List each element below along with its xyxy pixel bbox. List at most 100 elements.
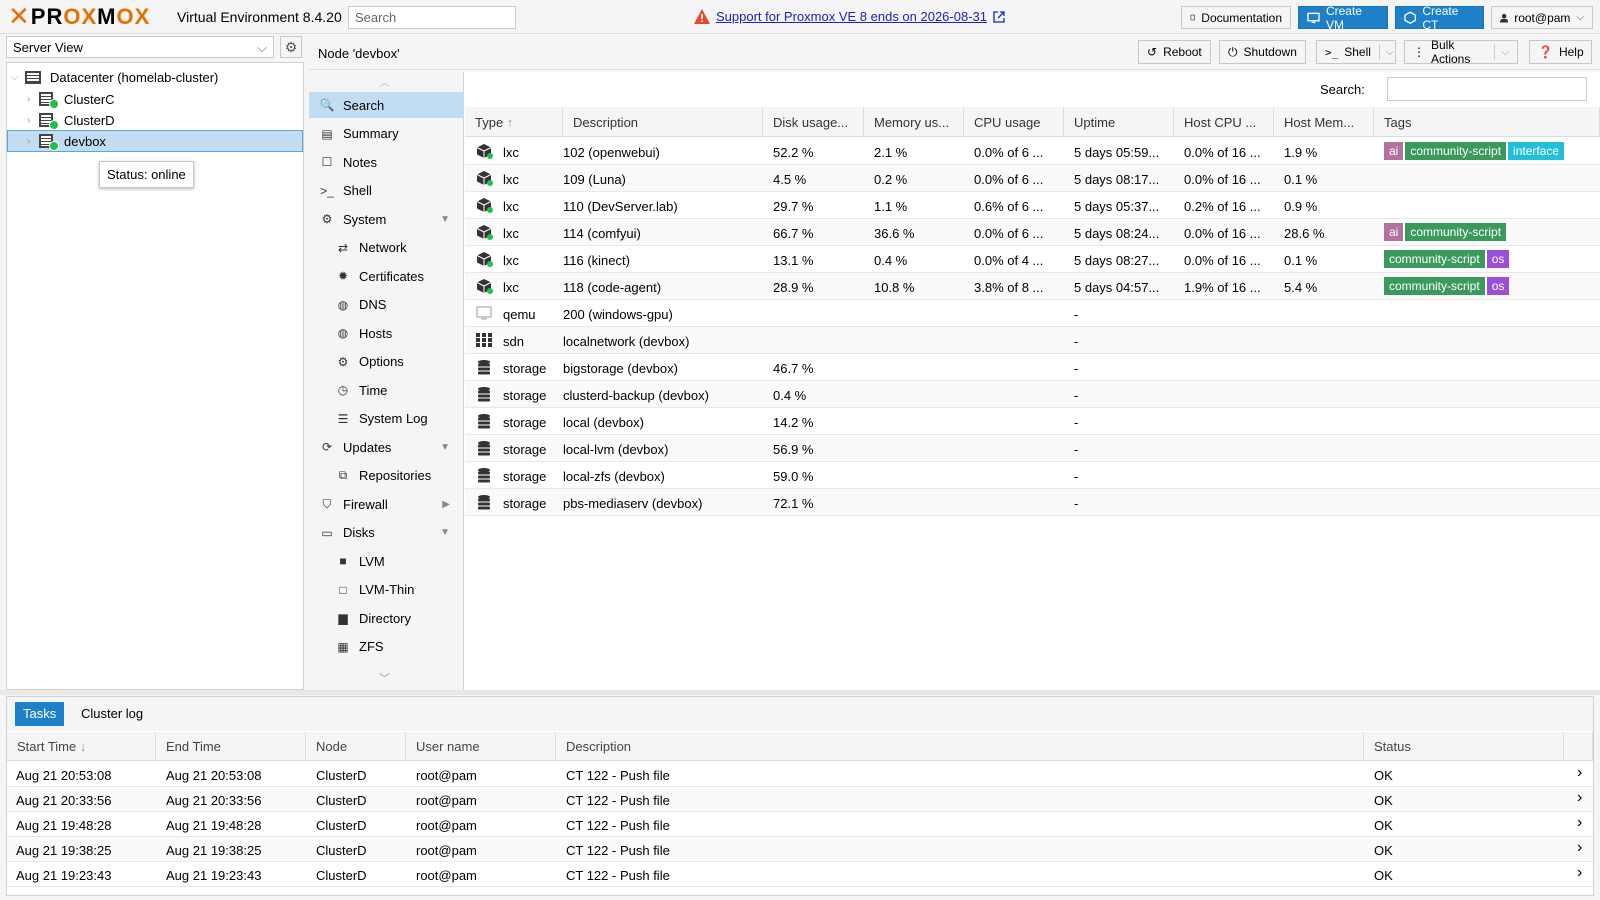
table-row[interactable]: storage bigstorage (devbox) 46.7 % -: [465, 354, 1600, 381]
table-row[interactable]: sdn localnetwork (devbox) -: [465, 327, 1600, 354]
menu-item-firewall[interactable]: ⛉ Firewall ▶: [309, 491, 464, 517]
tab-cluster-log[interactable]: Cluster log: [73, 702, 151, 726]
table-row[interactable]: storage clusterd-backup (devbox) 0.4 % -: [465, 381, 1600, 408]
menu-item-network[interactable]: ⇄ Network: [309, 235, 464, 261]
bulk-actions-button[interactable]: ⋮ Bulk Actions ⌵: [1404, 38, 1518, 66]
menu-item-options[interactable]: ⚙ Options: [309, 349, 464, 375]
menu-item-updates[interactable]: ⟳ Updates ▼: [309, 434, 464, 460]
chevron-right-icon[interactable]: ›: [1577, 764, 1582, 782]
column-header-8[interactable]: Tags: [1374, 107, 1600, 137]
tag-badge[interactable]: ai: [1384, 223, 1404, 241]
column-header-2[interactable]: Disk usage...: [763, 107, 864, 137]
panel-splitter[interactable]: [0, 690, 1600, 695]
task-row[interactable]: Aug 21 19:23:43 Aug 21 19:23:43 ClusterD ro…: [7, 862, 1593, 887]
column-header-1[interactable]: Description: [563, 107, 763, 137]
table-row[interactable]: lxc 109 (Luna) 4.5 % 0.2 % 0.0% of 6 ... 5 da…: [465, 165, 1600, 192]
scroll-up-icon[interactable]: ︿: [379, 74, 390, 90]
create-ct-button[interactable]: Create CT: [1395, 4, 1484, 32]
menu-item-lvm-thin[interactable]: □ LVM-Thin: [309, 577, 464, 603]
tag-badge[interactable]: community-script: [1405, 223, 1507, 241]
tag-badge[interactable]: os: [1486, 277, 1510, 295]
chevron-right-icon[interactable]: ›: [1577, 814, 1582, 832]
table-row[interactable]: qemu 200 (windows-gpu) -: [465, 300, 1600, 327]
task-column-header-4[interactable]: Description: [556, 732, 1364, 761]
expand-arrow-icon[interactable]: ▶: [442, 499, 450, 510]
tag-badge[interactable]: community-script: [1384, 277, 1485, 295]
menu-item-system-log[interactable]: ☰ System Log: [309, 406, 464, 432]
menu-item-certificates[interactable]: ✹ Certificates: [309, 263, 464, 289]
create-vm-button[interactable]: Create VM: [1298, 4, 1388, 32]
tree-node-devbox[interactable]: › devbox: [7, 130, 303, 152]
tag-badge[interactable]: community-script: [1405, 142, 1507, 160]
task-row[interactable]: Aug 21 19:38:25 Aug 21 19:38:25 ClusterD ro…: [7, 837, 1593, 862]
table-row[interactable]: storage local-lvm (devbox) 56.9 % -: [465, 435, 1600, 462]
tree-datacenter[interactable]: ⌵ Datacenter (homelab-cluster): [7, 66, 303, 88]
menu-item-repositories[interactable]: ⧉ Repositories: [309, 463, 464, 489]
table-row[interactable]: storage local (devbox) 14.2 % -: [465, 408, 1600, 435]
menu-item-dns[interactable]: ◍ DNS: [309, 292, 464, 318]
column-header-5[interactable]: Uptime: [1064, 107, 1174, 137]
tag-badge[interactable]: community-script: [1384, 250, 1485, 268]
terminal-icon: >_: [1325, 45, 1339, 59]
global-search-input[interactable]: [348, 6, 516, 29]
table-row[interactable]: storage local-zfs (devbox) 59.0 % -: [465, 462, 1600, 489]
tag-badge[interactable]: interface: [1508, 142, 1565, 160]
scroll-down-icon[interactable]: ﹀: [379, 670, 390, 686]
task-cell-start: Aug 21 19:48:28: [16, 818, 112, 833]
help-button[interactable]: ❓ Help: [1529, 40, 1592, 64]
menu-item-summary[interactable]: ▤ Summary: [309, 121, 464, 147]
tab-tasks[interactable]: Tasks: [15, 702, 65, 726]
storage-icon: [475, 413, 493, 429]
task-column-header-1[interactable]: End Time: [156, 732, 306, 761]
column-header-0[interactable]: Type ↑: [465, 107, 563, 137]
table-row[interactable]: lxc 116 (kinect) 13.1 % 0.4 % 0.0% of 4 ... 5…: [465, 246, 1600, 273]
collapse-arrow-icon[interactable]: ▼: [440, 214, 450, 225]
chevron-right-icon[interactable]: ›: [1577, 839, 1582, 857]
collapse-arrow-icon[interactable]: ▼: [440, 527, 450, 538]
task-column-header-3[interactable]: User name: [406, 732, 556, 761]
menu-item-directory[interactable]: ▆ Directory: [309, 605, 464, 631]
user-menu-button[interactable]: root@pam ⌵: [1491, 6, 1593, 29]
task-row[interactable]: Aug 21 19:48:28 Aug 21 19:48:28 ClusterD ro…: [7, 812, 1593, 837]
shell-button[interactable]: >_ Shell ⌵: [1316, 40, 1396, 64]
tree-node-clusterc[interactable]: › ClusterC: [7, 88, 303, 110]
menu-item-search[interactable]: 🔍 Search: [309, 92, 464, 118]
task-column-header-5[interactable]: Status: [1364, 732, 1564, 761]
proxmox-logo[interactable]: ✕ PROXMOX: [8, 4, 150, 30]
reboot-button[interactable]: ↺ Reboot: [1138, 40, 1211, 64]
column-header-7[interactable]: Host Mem...: [1274, 107, 1374, 137]
chevron-right-icon[interactable]: ›: [1577, 789, 1582, 807]
menu-item-hosts[interactable]: ◍ Hosts: [309, 320, 464, 346]
task-row[interactable]: Aug 21 20:53:08 Aug 21 20:53:08 ClusterD ro…: [7, 762, 1593, 787]
column-header-4[interactable]: CPU usage: [964, 107, 1064, 137]
menu-item-shell[interactable]: >_ Shell: [309, 178, 464, 204]
support-link[interactable]: Support for Proxmox VE 8 ends on 2026-08…: [716, 9, 987, 24]
documentation-button[interactable]: Documentation: [1181, 6, 1291, 29]
table-row[interactable]: lxc 114 (comfyui) 66.7 % 36.6 % 0.0% of 6 ..…: [465, 219, 1600, 246]
tag-badge[interactable]: ai: [1384, 142, 1404, 160]
tree-node-clusterd[interactable]: › ClusterD: [7, 109, 303, 131]
menu-item-time[interactable]: ◷ Time: [309, 377, 464, 403]
menu-item-system[interactable]: ⚙ System ▼: [309, 206, 464, 232]
menu-item-notes[interactable]: ☐ Notes: [309, 149, 464, 175]
table-row[interactable]: storage pbs-mediaserv (devbox) 72.1 % -: [465, 489, 1600, 516]
task-row[interactable]: Aug 21 20:33:56 Aug 21 20:33:56 ClusterD ro…: [7, 787, 1593, 812]
table-row[interactable]: lxc 102 (openwebui) 52.2 % 2.1 % 0.0% of 6 .…: [465, 138, 1600, 165]
task-column-header-0[interactable]: Start Time ↓: [7, 732, 156, 761]
tag-badge[interactable]: os: [1486, 250, 1510, 268]
column-header-6[interactable]: Host CPU ...: [1174, 107, 1274, 137]
collapse-arrow-icon[interactable]: ▼: [440, 442, 450, 453]
view-selector[interactable]: Server View ⌵: [6, 36, 274, 58]
chevron-right-icon[interactable]: ›: [1577, 864, 1582, 882]
view-settings-button[interactable]: ⚙: [280, 36, 302, 58]
menu-item-lvm[interactable]: ■ LVM: [309, 548, 464, 574]
shutdown-button[interactable]: ⏻ Shutdown: [1219, 40, 1306, 64]
menu-item-zfs[interactable]: ▦ ZFS: [309, 634, 464, 660]
column-header-3[interactable]: Memory us...: [864, 107, 964, 137]
task-cell-desc: CT 122 - Push file: [566, 843, 670, 858]
task-column-header-2[interactable]: Node: [306, 732, 406, 761]
menu-item-disks[interactable]: ▭ Disks ▼: [309, 520, 464, 546]
table-row[interactable]: lxc 118 (code-agent) 28.9 % 10.8 % 3.8% of 8…: [465, 273, 1600, 300]
grid-search-input[interactable]: [1387, 77, 1587, 101]
table-row[interactable]: lxc 110 (DevServer.lab) 29.7 % 1.1 % 0.6% of…: [465, 192, 1600, 219]
